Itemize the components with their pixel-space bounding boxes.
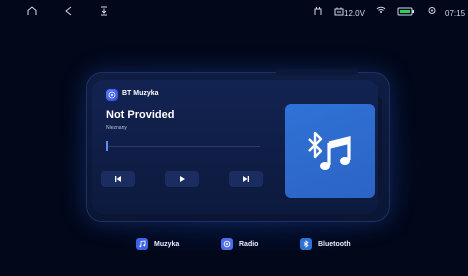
card-notch [276,69,358,75]
bluetooth-music-icon [303,127,357,175]
battery-icon [397,6,415,16]
location-icon [427,6,437,16]
voltage-readout: 12.0V [344,9,365,18]
previous-button[interactable] [101,171,135,187]
radio-icon [221,238,233,250]
track-artist: Nieznany [106,125,127,131]
progress-bar[interactable] [106,146,260,147]
battery-voltage-icon [334,6,344,16]
back-icon[interactable] [64,6,74,16]
clock: 07:15 [445,9,466,18]
wifi-hotspot-icon [376,6,386,16]
nav-label-bluetooth: Bluetooth [318,240,351,248]
app-title: BT Muzyka [122,90,159,97]
next-button[interactable] [229,171,263,187]
skip-next-icon [242,175,250,183]
nav-label-radio: Radio [239,240,259,248]
album-art [285,104,375,198]
nav-item-radio[interactable]: Radio [221,236,258,252]
play-icon [178,175,186,183]
music-note-icon [136,238,148,250]
download-icon[interactable] [99,6,109,16]
nav-label-muzyka: Muzyka [154,240,180,248]
bt-music-app-icon [106,89,118,101]
status-bar: 12.0V 07:15 [0,0,468,28]
progress-handle[interactable] [106,141,108,151]
home-icon[interactable] [27,6,37,16]
track-title: Not Provided [106,109,175,121]
nav-item-bluetooth[interactable]: Bluetooth [300,236,351,252]
bluetooth-icon [300,238,312,250]
skip-previous-icon [114,175,122,183]
play-button[interactable] [165,171,199,187]
nav-item-muzyka[interactable]: Muzyka [136,236,179,252]
usb-icon [313,6,323,16]
